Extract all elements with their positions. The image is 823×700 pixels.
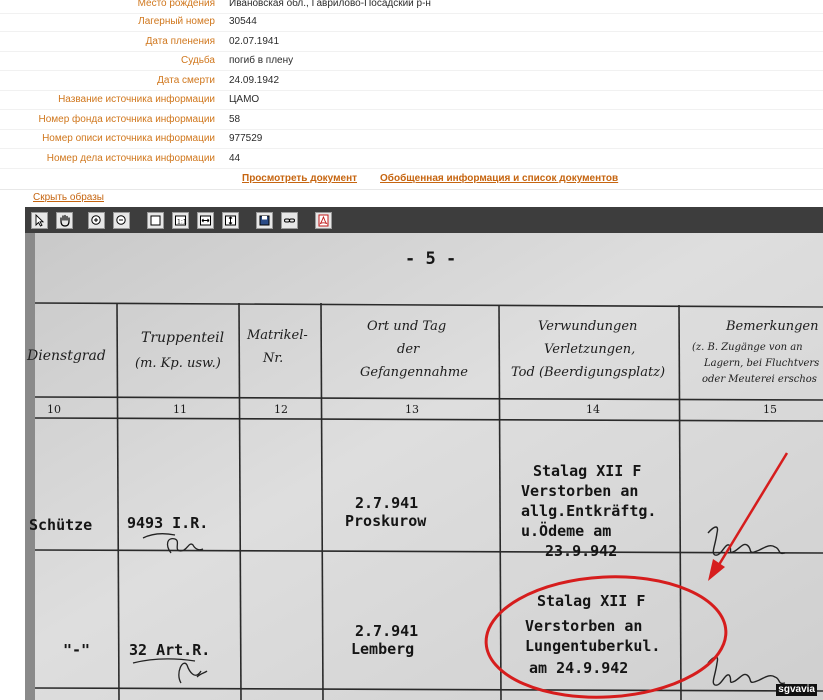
row2-capture-place: Lemberg	[351, 640, 414, 658]
record-label: Дата смерти	[157, 75, 215, 86]
summary-info-link[interactable]: Обобщенная информация и список документо…	[380, 171, 618, 187]
row2-death-line1: Stalag XII F	[537, 592, 645, 610]
column-number: 14	[586, 403, 600, 416]
column-header-remarks-line2: (z. B. Zugänge von an	[692, 342, 803, 353]
record-row-camp-number: Лагерный номер 30544	[0, 12, 823, 32]
link-icon[interactable]	[281, 212, 298, 229]
hand-pan-icon[interactable]	[56, 212, 73, 229]
svg-text:1:1: 1:1	[177, 219, 187, 226]
row1-death-line2: Verstorben an	[521, 482, 638, 500]
record-row-fate: Судьба погиб в плену	[0, 51, 823, 71]
viewer-toolbar: 1:1	[25, 207, 823, 234]
column-number: 10	[47, 403, 61, 416]
column-number: 12	[274, 403, 288, 416]
record-label: Номер описи источника информации	[42, 133, 215, 144]
row2-death-line3: Lungentuberkul.	[525, 637, 660, 655]
zoom-in-icon[interactable]	[88, 212, 105, 229]
column-header-remarks-line1: Bemerkungen	[725, 319, 819, 334]
record-row-death-date: Дата смерти 24.09.1942	[0, 71, 823, 91]
record-value: 24.09.1942	[229, 75, 280, 86]
record-row-inventory-number: Номер описи источника информации 977529	[0, 129, 823, 149]
row2-death-line2: Verstorben an	[525, 617, 642, 635]
record-value: 30544	[229, 16, 257, 27]
record-value: 02.07.1941	[229, 36, 280, 47]
record-value: 44	[229, 153, 241, 164]
row2-rank: "-"	[63, 641, 90, 659]
record-label: Название источника информации	[58, 94, 215, 105]
column-header-capture-line2: der	[397, 342, 420, 357]
page-marker: - 5 -	[405, 249, 456, 269]
document-viewer[interactable]: 1:1 - 5 - Dienstgrad Truppenteil (m. Kp.…	[25, 207, 823, 700]
row1-death-line5: 23.9.942	[545, 542, 617, 560]
column-header-rank: Dienstgrad	[26, 348, 106, 364]
row2-unit: 32 Art.R.	[129, 641, 210, 659]
column-header-death-line2: Verletzungen,	[544, 342, 635, 357]
column-header-remarks-line3: Lagern, bei Fluchtvers	[703, 358, 819, 369]
row2-capture-date: 2.7.941	[355, 622, 418, 640]
document-links: Просмотреть документ Обобщенная информац…	[0, 171, 823, 190]
save-icon[interactable]	[256, 212, 273, 229]
fit-page-icon[interactable]	[147, 212, 164, 229]
row1-death-line3: allg.Entkräftg.	[521, 502, 656, 520]
pdf-icon[interactable]	[315, 212, 332, 229]
column-number: 11	[173, 403, 187, 416]
record-value: 58	[229, 114, 241, 125]
view-document-link[interactable]: Просмотреть документ	[242, 171, 357, 187]
actual-size-icon[interactable]: 1:1	[172, 212, 189, 229]
column-header-remarks-line4: oder Meuterei erschos	[702, 374, 817, 385]
row1-rank: Schütze	[29, 516, 92, 534]
watermark: sgvavia	[776, 684, 817, 696]
column-number: 15	[763, 403, 777, 416]
column-header-unit-line2: (m. Kp. usw.)	[135, 356, 221, 371]
document-page-image[interactable]: - 5 - Dienstgrad Truppenteil (m. Kp. usw…	[25, 233, 823, 700]
column-header-capture-line3: Gefangennahme	[360, 365, 468, 380]
column-number: 13	[405, 403, 419, 416]
column-header-matrikel-line2: Nr.	[262, 351, 283, 366]
record-value: погиб в плену	[229, 55, 294, 66]
column-header-death-line1: Verwundungen	[538, 319, 637, 334]
row1-death-line1: Stalag XII F	[533, 462, 641, 480]
column-header-capture-line1: Ort und Tag	[367, 319, 446, 334]
hide-images-link[interactable]: Скрыть образы	[33, 191, 104, 205]
scanned-document: - 5 - Dienstgrad Truppenteil (m. Kp. usw…	[25, 233, 823, 700]
column-header-death-line3: Tod (Beerdigungsplatz)	[511, 365, 665, 380]
select-arrow-icon[interactable]	[31, 212, 48, 229]
row1-unit: 9493 I.R.	[127, 514, 208, 532]
record-row-source-name: Название источника информации ЦАМО	[0, 90, 823, 110]
row2-death-line4: am 24.9.942	[529, 659, 628, 677]
column-header-matrikel-line1: Matrikel-	[246, 328, 308, 343]
record-row-case-number: Номер дела источника информации 44	[0, 149, 823, 169]
column-header-unit-line1: Truppenteil	[141, 330, 224, 346]
record-label: Лагерный номер	[138, 16, 215, 27]
record-value: 977529	[229, 133, 263, 144]
record-value: ЦАМО	[229, 94, 260, 105]
record-label: Номер дела источника информации	[46, 153, 215, 164]
record-label: Дата пленения	[145, 36, 215, 47]
record-label: Судьба	[181, 55, 215, 66]
row1-capture-date: 2.7.941	[355, 494, 418, 512]
record-label: Номер фонда источника информации	[38, 114, 216, 125]
zoom-out-icon[interactable]	[113, 212, 130, 229]
record-row-fond-number: Номер фонда источника информации 58	[0, 110, 823, 130]
fit-height-icon[interactable]	[222, 212, 239, 229]
fit-width-icon[interactable]	[197, 212, 214, 229]
record-row-capture-date: Дата пленения 02.07.1941	[0, 32, 823, 52]
row1-death-line4: u.Ödeme am	[521, 521, 611, 540]
row1-capture-place: Proskurow	[345, 512, 427, 530]
